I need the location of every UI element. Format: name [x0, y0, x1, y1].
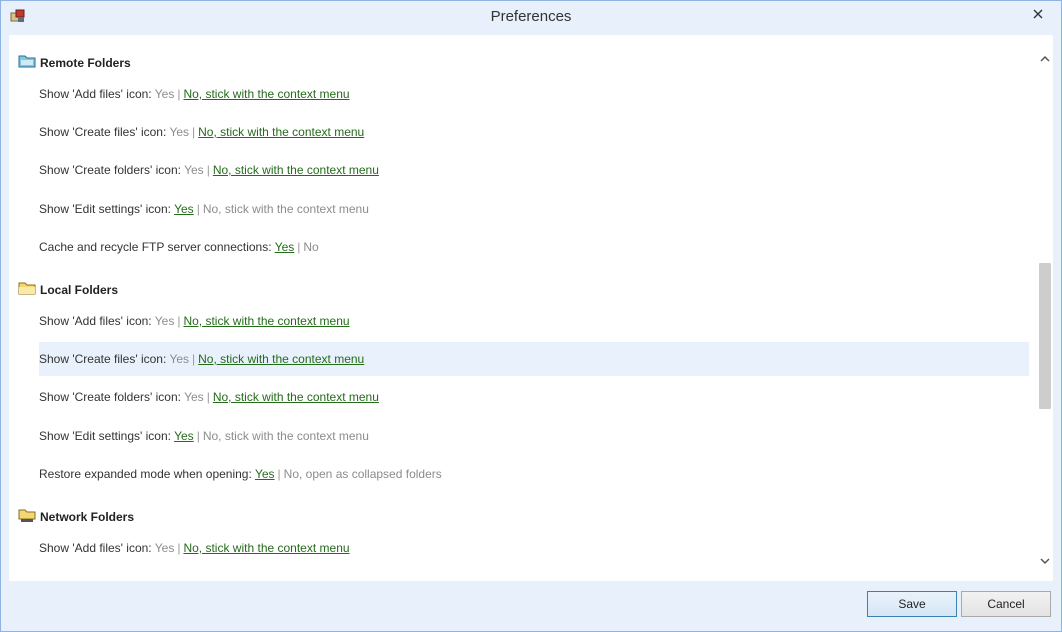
local-folder-icon	[18, 282, 36, 295]
setting-label: Show 'Add files' icon:	[39, 541, 152, 555]
setting-label: Show 'Add files' icon:	[39, 314, 152, 328]
remote-folder-icon	[18, 55, 36, 68]
dialog-footer: Save Cancel	[1, 581, 1061, 631]
separator: |	[177, 541, 181, 555]
setting-label: Show 'Create files' icon:	[39, 352, 167, 366]
separator: |	[192, 125, 196, 139]
option-no[interactable]: No, stick with the context menu	[213, 390, 379, 404]
option-yes[interactable]: Yes	[184, 163, 204, 177]
option-yes[interactable]: Yes	[155, 314, 175, 328]
section-title: Remote Folders	[40, 56, 131, 70]
option-yes[interactable]: Yes	[174, 429, 194, 443]
section-title: Network Folders	[40, 510, 135, 524]
option-no[interactable]: No, stick with the context menu	[198, 125, 364, 139]
separator: |	[206, 390, 210, 404]
option-yes[interactable]: Yes	[184, 390, 204, 404]
vertical-scrollbar[interactable]	[1037, 35, 1053, 581]
setting-row: Show 'Add files' icon: Yes | No, stick wit…	[39, 77, 1029, 111]
setting-row: Show 'Add files' icon: Yes | No, stick wit…	[39, 531, 1029, 565]
separator: |	[277, 467, 281, 481]
preferences-list: Remote Folders Show 'Add files' icon: Ye…	[9, 35, 1037, 581]
setting-label: Show 'Create folders' icon:	[39, 163, 181, 177]
setting-row: Show 'Edit settings' icon: Yes | No, stick…	[39, 192, 1029, 226]
separator: |	[192, 352, 196, 366]
setting-row-highlighted: Show 'Create files' icon: Yes | No, stick …	[39, 342, 1029, 376]
scroll-down-icon[interactable]	[1039, 555, 1051, 567]
setting-label: Show 'Add files' icon:	[39, 87, 152, 101]
option-no[interactable]: No, stick with the context menu	[183, 541, 349, 555]
setting-row: Show 'Create folders' icon: Yes | No, stic…	[39, 153, 1029, 187]
setting-label: Restore expanded mode when opening:	[39, 467, 252, 481]
option-no[interactable]: No	[303, 240, 318, 254]
cancel-button[interactable]: Cancel	[961, 591, 1051, 617]
option-yes[interactable]: Yes	[275, 240, 295, 254]
option-yes[interactable]: Yes	[169, 352, 189, 366]
window-title: Preferences	[490, 8, 572, 25]
separator: |	[206, 163, 210, 177]
separator: |	[196, 429, 200, 443]
option-no[interactable]: No, stick with the context menu	[183, 87, 349, 101]
save-button[interactable]: Save	[867, 591, 957, 617]
section-title: Local Folders	[40, 283, 119, 297]
separator: |	[196, 202, 200, 216]
option-no[interactable]: No, stick with the context menu	[213, 163, 379, 177]
separator: |	[177, 87, 181, 101]
option-yes[interactable]: Yes	[169, 125, 189, 139]
setting-label: Show 'Edit settings' icon:	[39, 429, 171, 443]
network-folder-icon	[18, 509, 36, 522]
close-icon[interactable]	[1027, 5, 1049, 23]
option-no[interactable]: No, stick with the context menu	[203, 429, 369, 443]
option-no[interactable]: No, stick with the context menu	[183, 314, 349, 328]
setting-row: Cache and recycle FTP server connections…	[39, 230, 1029, 264]
setting-label: Show 'Create files' icon:	[39, 125, 167, 139]
separator: |	[177, 314, 181, 328]
scrollbar-thumb[interactable]	[1039, 263, 1051, 409]
scroll-up-icon[interactable]	[1039, 53, 1051, 65]
preferences-content: Remote Folders Show 'Add files' icon: Ye…	[9, 35, 1053, 581]
preferences-window: Preferences Remote Folders Show 'Add fil…	[0, 0, 1062, 632]
setting-label: Show 'Create folders' icon:	[39, 390, 181, 404]
option-no[interactable]: No, stick with the context menu	[203, 202, 369, 216]
separator: |	[297, 240, 301, 254]
option-yes[interactable]: Yes	[155, 87, 175, 101]
setting-row: Show 'Create folders' icon: Yes | No, stic…	[39, 380, 1029, 414]
option-no[interactable]: No, open as collapsed folders	[284, 467, 442, 481]
setting-row: Show 'Create files' icon: Yes | No, stick …	[39, 115, 1029, 149]
option-yes[interactable]: Yes	[155, 541, 175, 555]
setting-label: Show 'Edit settings' icon:	[39, 202, 171, 216]
title-bar: Preferences	[1, 1, 1061, 35]
setting-label: Cache and recycle FTP server connections…	[39, 240, 272, 254]
setting-row: Restore expanded mode when opening: Yes |…	[39, 457, 1029, 491]
setting-row: Show 'Edit settings' icon: Yes | No, stick…	[39, 419, 1029, 453]
setting-row: Show 'Add files' icon: Yes | No, stick wit…	[39, 304, 1029, 338]
option-yes[interactable]: Yes	[174, 202, 194, 216]
option-no[interactable]: No, stick with the context menu	[198, 352, 364, 366]
option-yes[interactable]: Yes	[255, 467, 275, 481]
